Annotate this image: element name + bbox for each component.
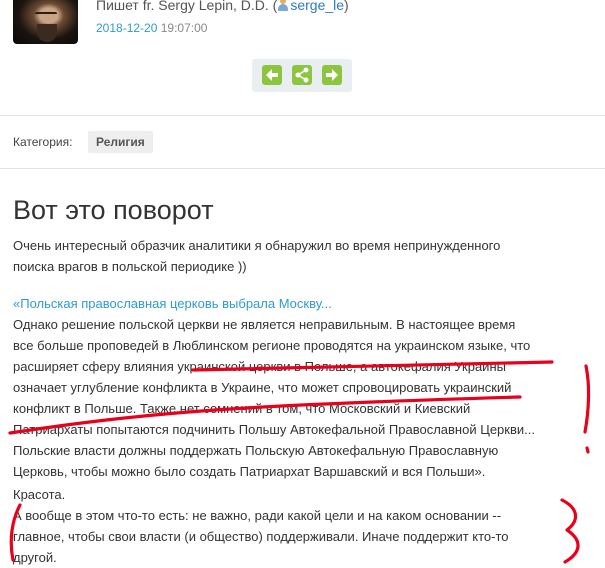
text-line: главное, чтобы свои власти (и общество) … [13, 529, 509, 544]
author-suffix: ) [344, 0, 349, 13]
text-line: Церковь, чтобы можно было создать Патриа… [13, 464, 486, 479]
text-line: поиска врагов в польской периодике )) [13, 259, 247, 274]
text-line: конфликт в Польше. Также нет сомнений в … [13, 401, 471, 416]
author-avatar[interactable] [13, 0, 78, 44]
arrow-left-icon[interactable] [262, 65, 282, 85]
text-line: А вообще в этом что-то есть: не важно, р… [13, 508, 502, 523]
arrow-right-icon[interactable] [322, 65, 342, 85]
share-icon[interactable] [292, 65, 312, 85]
text-line: Польские власти должны поддержать Польск… [13, 443, 499, 458]
post-datetime: 2018-12-20 19:07:00 [96, 21, 207, 35]
text-line: Очень интересный образчик аналитики я об… [13, 238, 501, 253]
category-label: Категория: [13, 135, 73, 149]
intro-paragraph: Очень интересный образчик аналитики я об… [13, 235, 603, 277]
divider [0, 168, 605, 169]
divider [0, 115, 605, 116]
author-username-link[interactable]: serge_le [290, 0, 344, 13]
author-line: Пишет fr. Sergy Lepin, D.D. ( serge_le) [96, 0, 349, 13]
quote-source-link[interactable]: «Польская православная церковь выбрала М… [13, 293, 603, 314]
text-line: Однако решение польской церкви не являет… [13, 317, 516, 332]
closing-paragraph: Красота. А вообще в этом что-то есть: не… [13, 484, 603, 568]
post-title: Вот это поворот [13, 195, 214, 225]
text-line: все больше проповедей в Люблинском регио… [13, 338, 531, 353]
text-line: Красота. [13, 487, 66, 502]
category-badge[interactable]: Религия [88, 131, 153, 153]
post-date[interactable]: 2018-12-20 [96, 21, 157, 35]
post-time: 19:07:00 [160, 21, 208, 35]
text-line: означает углубление конфликта в Украине,… [13, 380, 512, 395]
author-prefix: Пишет fr. Sergy Lepin, D.D. ( [96, 0, 278, 13]
share-bar [252, 59, 352, 92]
quote-paragraph: «Польская православная церковь выбрала М… [13, 293, 603, 482]
user-icon[interactable] [277, 0, 289, 11]
avatar-glasses [35, 12, 57, 20]
text-line: расширяет сферу влияния украинской церкв… [13, 359, 506, 374]
avatar-beard [37, 24, 57, 42]
text-line: Патриархаты попытаются подчинить Польшу … [13, 422, 535, 437]
